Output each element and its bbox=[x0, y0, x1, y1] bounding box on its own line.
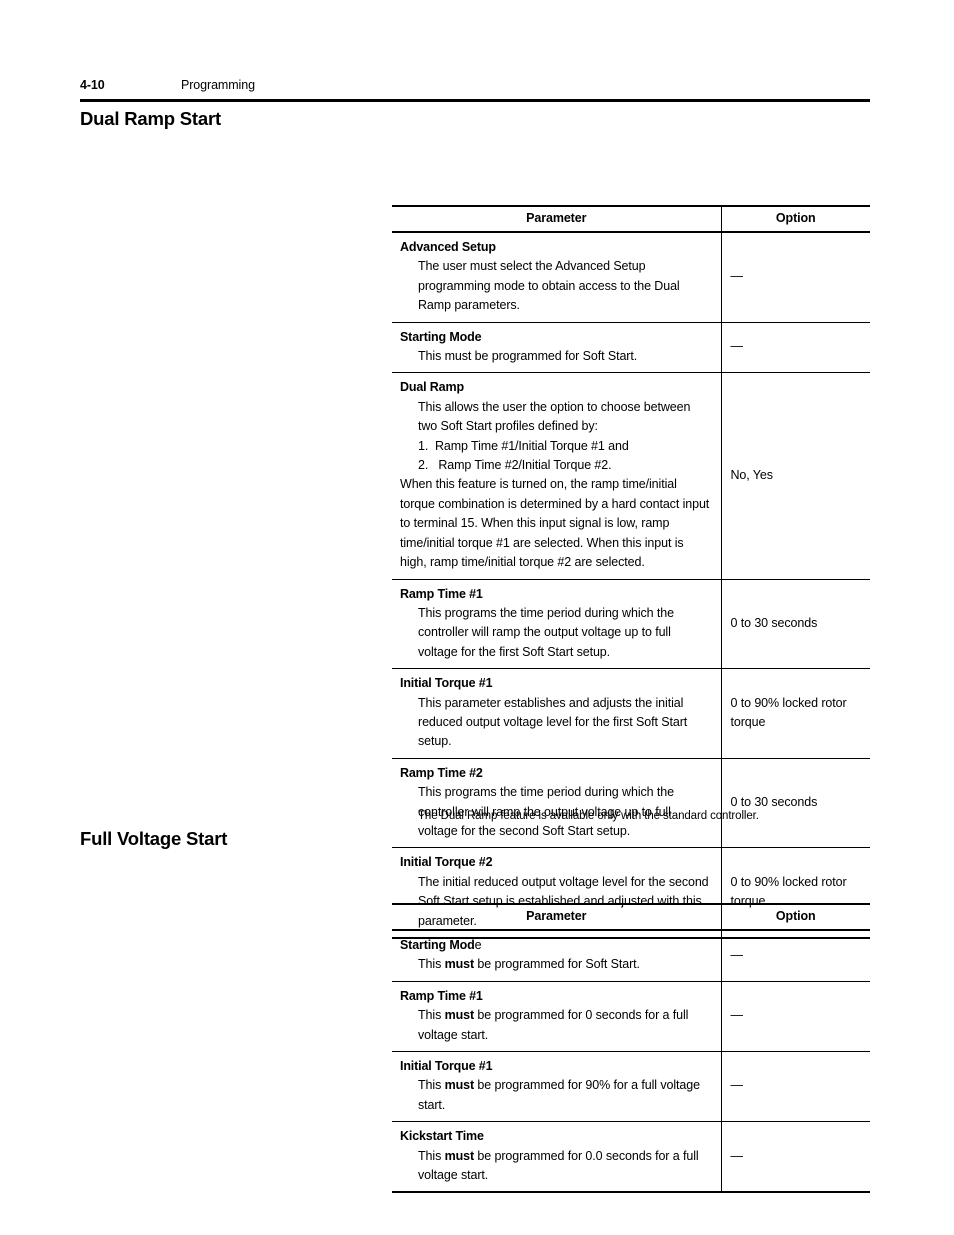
parameter-name: Dual Ramp bbox=[400, 380, 464, 395]
option-value: — bbox=[730, 947, 744, 962]
parameter-name: Initial Torque #2 bbox=[400, 855, 493, 870]
parameter-name-bold: Starting Mod bbox=[400, 938, 475, 952]
option-cell: — bbox=[721, 322, 870, 374]
parameter-name: Kickstart Time bbox=[400, 1127, 713, 1146]
option-cell: — bbox=[721, 1121, 870, 1194]
desc-post: be programmed for Soft Start. bbox=[474, 957, 640, 972]
parameter-description: This must be programmed for 0 seconds fo… bbox=[418, 1006, 713, 1045]
parameter-cell: Kickstart Time This must be programmed f… bbox=[392, 1121, 722, 1194]
option-cell: No, Yes bbox=[721, 372, 870, 580]
header-rule bbox=[80, 99, 870, 102]
table-row: Initial Torque #1 This parameter establi… bbox=[392, 668, 870, 759]
section-heading-dual-ramp: Dual Ramp Start bbox=[80, 108, 221, 129]
parameter-name: Starting Mode bbox=[400, 936, 713, 955]
full-voltage-parameter-table: Parameter Option Starting Mode This must… bbox=[392, 903, 870, 1194]
parameter-cell: Starting Mode This must be programmed fo… bbox=[392, 930, 722, 982]
table-row: Ramp Time #2 This programs the time peri… bbox=[392, 758, 870, 849]
option-cell: 0 to 90% locked rotor torque bbox=[721, 668, 870, 759]
list-item: 2. Ramp Time #2/Initial Torque #2. bbox=[418, 458, 612, 473]
table-row: Kickstart Time This must be programmed f… bbox=[392, 1121, 870, 1194]
parameter-name: Initial Torque #1 bbox=[400, 676, 493, 691]
parameter-name: Ramp Time #2 bbox=[400, 765, 483, 780]
option-value: 0 to 30 seconds bbox=[730, 615, 818, 630]
dual-ramp-table-note: The Dual Ramp feature is available only … bbox=[418, 810, 759, 822]
table-row: Ramp Time #1 This must be programmed for… bbox=[392, 981, 870, 1053]
dual-ramp-parameter-table: Parameter Option Advanced Setup The user… bbox=[392, 205, 870, 940]
parameter-description: This parameter establishes and adjusts t… bbox=[418, 695, 688, 749]
table-row: Ramp Time #1 This programs the time peri… bbox=[392, 579, 870, 670]
option-cell: — bbox=[721, 1051, 870, 1123]
parameter-name-bold: Ramp Time #1 bbox=[400, 988, 483, 1003]
table-header-row: Parameter Option bbox=[392, 903, 870, 931]
table-row: Advanced Setup The user must select the … bbox=[392, 232, 870, 323]
column-header-parameter: Parameter bbox=[392, 903, 722, 931]
parameter-name: Starting Mode bbox=[400, 329, 482, 344]
parameter-name-bold: Initial Torque #1 bbox=[400, 1059, 493, 1074]
parameter-description: The user must select the Advanced Setup … bbox=[418, 259, 680, 313]
parameter-description-after-list: When this feature is turned on, the ramp… bbox=[400, 477, 710, 570]
desc-pre: This bbox=[418, 1148, 445, 1163]
parameter-cell: Ramp Time #1 This programs the time peri… bbox=[392, 579, 722, 670]
option-value: — bbox=[730, 1148, 744, 1163]
desc-emphasis: must bbox=[444, 1148, 475, 1163]
option-value: No, Yes bbox=[730, 467, 774, 482]
document-page: 4-10 Programming Dual Ramp Start Paramet… bbox=[0, 0, 954, 1235]
parameter-description: This programs the time period during whi… bbox=[418, 605, 674, 659]
parameter-description-before-list: This allows the user the option to choos… bbox=[418, 399, 691, 434]
table-row: Initial Torque #1 This must be programme… bbox=[392, 1051, 870, 1123]
table-row: Starting Mode This must be programmed fo… bbox=[392, 930, 870, 982]
parameter-name: Ramp Time #1 bbox=[400, 987, 713, 1006]
table-row: Dual Ramp This allows the user the optio… bbox=[392, 372, 870, 580]
chapter-title: Programming bbox=[181, 78, 255, 92]
desc-pre: This bbox=[418, 1008, 445, 1023]
parameter-cell: Ramp Time #1 This must be programmed for… bbox=[392, 981, 722, 1053]
desc-emphasis: must bbox=[444, 957, 475, 972]
option-value: — bbox=[730, 339, 744, 354]
option-value: 0 to 90% locked rotor torque bbox=[730, 695, 847, 729]
option-value: — bbox=[730, 269, 744, 284]
option-value: — bbox=[730, 1008, 744, 1023]
parameter-cell: Advanced Setup The user must select the … bbox=[392, 232, 722, 323]
table-row: Starting Mode This must be programmed fo… bbox=[392, 322, 870, 374]
option-value: — bbox=[730, 1078, 744, 1093]
desc-emphasis: must bbox=[444, 1008, 475, 1023]
parameter-name: Initial Torque #1 bbox=[400, 1057, 713, 1076]
desc-emphasis: must bbox=[444, 1078, 475, 1093]
parameter-name-tail: e bbox=[474, 938, 482, 952]
page-folio: 4-10 bbox=[80, 78, 105, 92]
running-header: 4-10 Programming bbox=[80, 78, 870, 96]
parameter-cell: Ramp Time #2 This programs the time peri… bbox=[392, 758, 722, 849]
parameter-description: This must be programmed for 0.0 seconds … bbox=[418, 1147, 713, 1186]
table-header-row: Parameter Option bbox=[392, 205, 870, 233]
option-cell: — bbox=[721, 930, 870, 982]
parameter-numbered-list: 1. Ramp Time #1/Initial Torque #1 and 2.… bbox=[418, 437, 713, 476]
option-cell: 0 to 30 seconds bbox=[721, 758, 870, 849]
option-cell: — bbox=[721, 232, 870, 323]
desc-pre: This bbox=[418, 1078, 445, 1093]
option-cell: 0 to 30 seconds bbox=[721, 579, 870, 670]
parameter-cell: Dual Ramp This allows the user the optio… bbox=[392, 372, 722, 580]
parameter-name: Advanced Setup bbox=[400, 240, 496, 254]
column-header-option: Option bbox=[721, 205, 870, 233]
parameter-cell: Initial Torque #1 This must be programme… bbox=[392, 1051, 722, 1123]
parameter-description: This must be programmed for Soft Start. bbox=[418, 955, 713, 974]
parameter-description: This must be programmed for Soft Start. bbox=[418, 349, 638, 364]
parameter-cell: Initial Torque #1 This parameter establi… bbox=[392, 668, 722, 759]
parameter-name: Ramp Time #1 bbox=[400, 586, 483, 601]
column-header-parameter: Parameter bbox=[392, 205, 722, 233]
desc-pre: This bbox=[418, 957, 445, 972]
list-item: 1. Ramp Time #1/Initial Torque #1 and bbox=[418, 438, 629, 453]
section-heading-full-voltage: Full Voltage Start bbox=[80, 828, 228, 849]
parameter-cell: Starting Mode This must be programmed fo… bbox=[392, 322, 722, 374]
column-header-option: Option bbox=[721, 903, 870, 931]
option-cell: — bbox=[721, 981, 870, 1053]
parameter-name-bold: Kickstart Time bbox=[400, 1129, 484, 1144]
parameter-description: This must be programmed for 90% for a fu… bbox=[418, 1076, 713, 1115]
